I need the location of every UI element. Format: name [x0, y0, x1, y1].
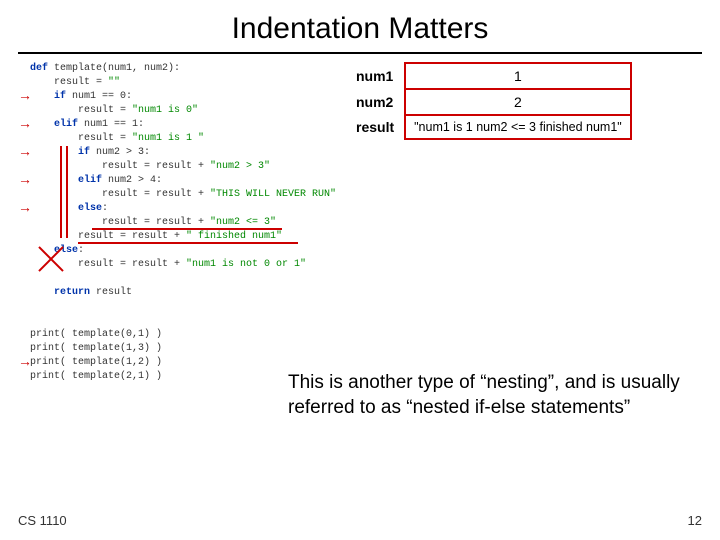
- arrow-icon: →: [18, 172, 32, 186]
- page-title: Indentation Matters: [0, 0, 720, 46]
- trace-table: num1 1 num2 2 result "num1 is 1 num2 <= …: [348, 62, 632, 140]
- trace-label-num1: num1: [348, 63, 405, 89]
- arrow-icon: →: [18, 88, 32, 102]
- table-row: num2 2: [348, 89, 631, 115]
- content-area: def template(num1, num2): result = "" if…: [18, 62, 702, 442]
- arrow-icon: →: [18, 200, 32, 214]
- trace-label-result: result: [348, 115, 405, 139]
- code-block: def template(num1, num2): result = "" if…: [30, 62, 340, 384]
- bracket-line: [60, 146, 62, 238]
- footer: CS 1110 12: [18, 513, 702, 528]
- arrow-icon: →: [18, 116, 32, 130]
- table-row: result "num1 is 1 num2 <= 3 finished num…: [348, 115, 631, 139]
- trace-value-num2: 2: [405, 89, 631, 115]
- trace-label-num2: num2: [348, 89, 405, 115]
- trace-value-result: "num1 is 1 num2 <= 3 finished num1": [405, 115, 631, 139]
- arrow-icon: →: [18, 354, 32, 368]
- bracket-line: [66, 146, 68, 238]
- page-number: 12: [688, 513, 702, 528]
- highlight-line: [78, 242, 298, 244]
- cross-icon: [36, 244, 66, 274]
- trace-value-num1: 1: [405, 63, 631, 89]
- arrow-icon: →: [18, 144, 32, 158]
- course-code: CS 1110: [18, 513, 67, 528]
- table-row: num1 1: [348, 63, 631, 89]
- title-underline: [18, 52, 702, 54]
- explanation-text: This is another type of “nesting”, and i…: [288, 370, 698, 420]
- highlight-line: [92, 228, 282, 230]
